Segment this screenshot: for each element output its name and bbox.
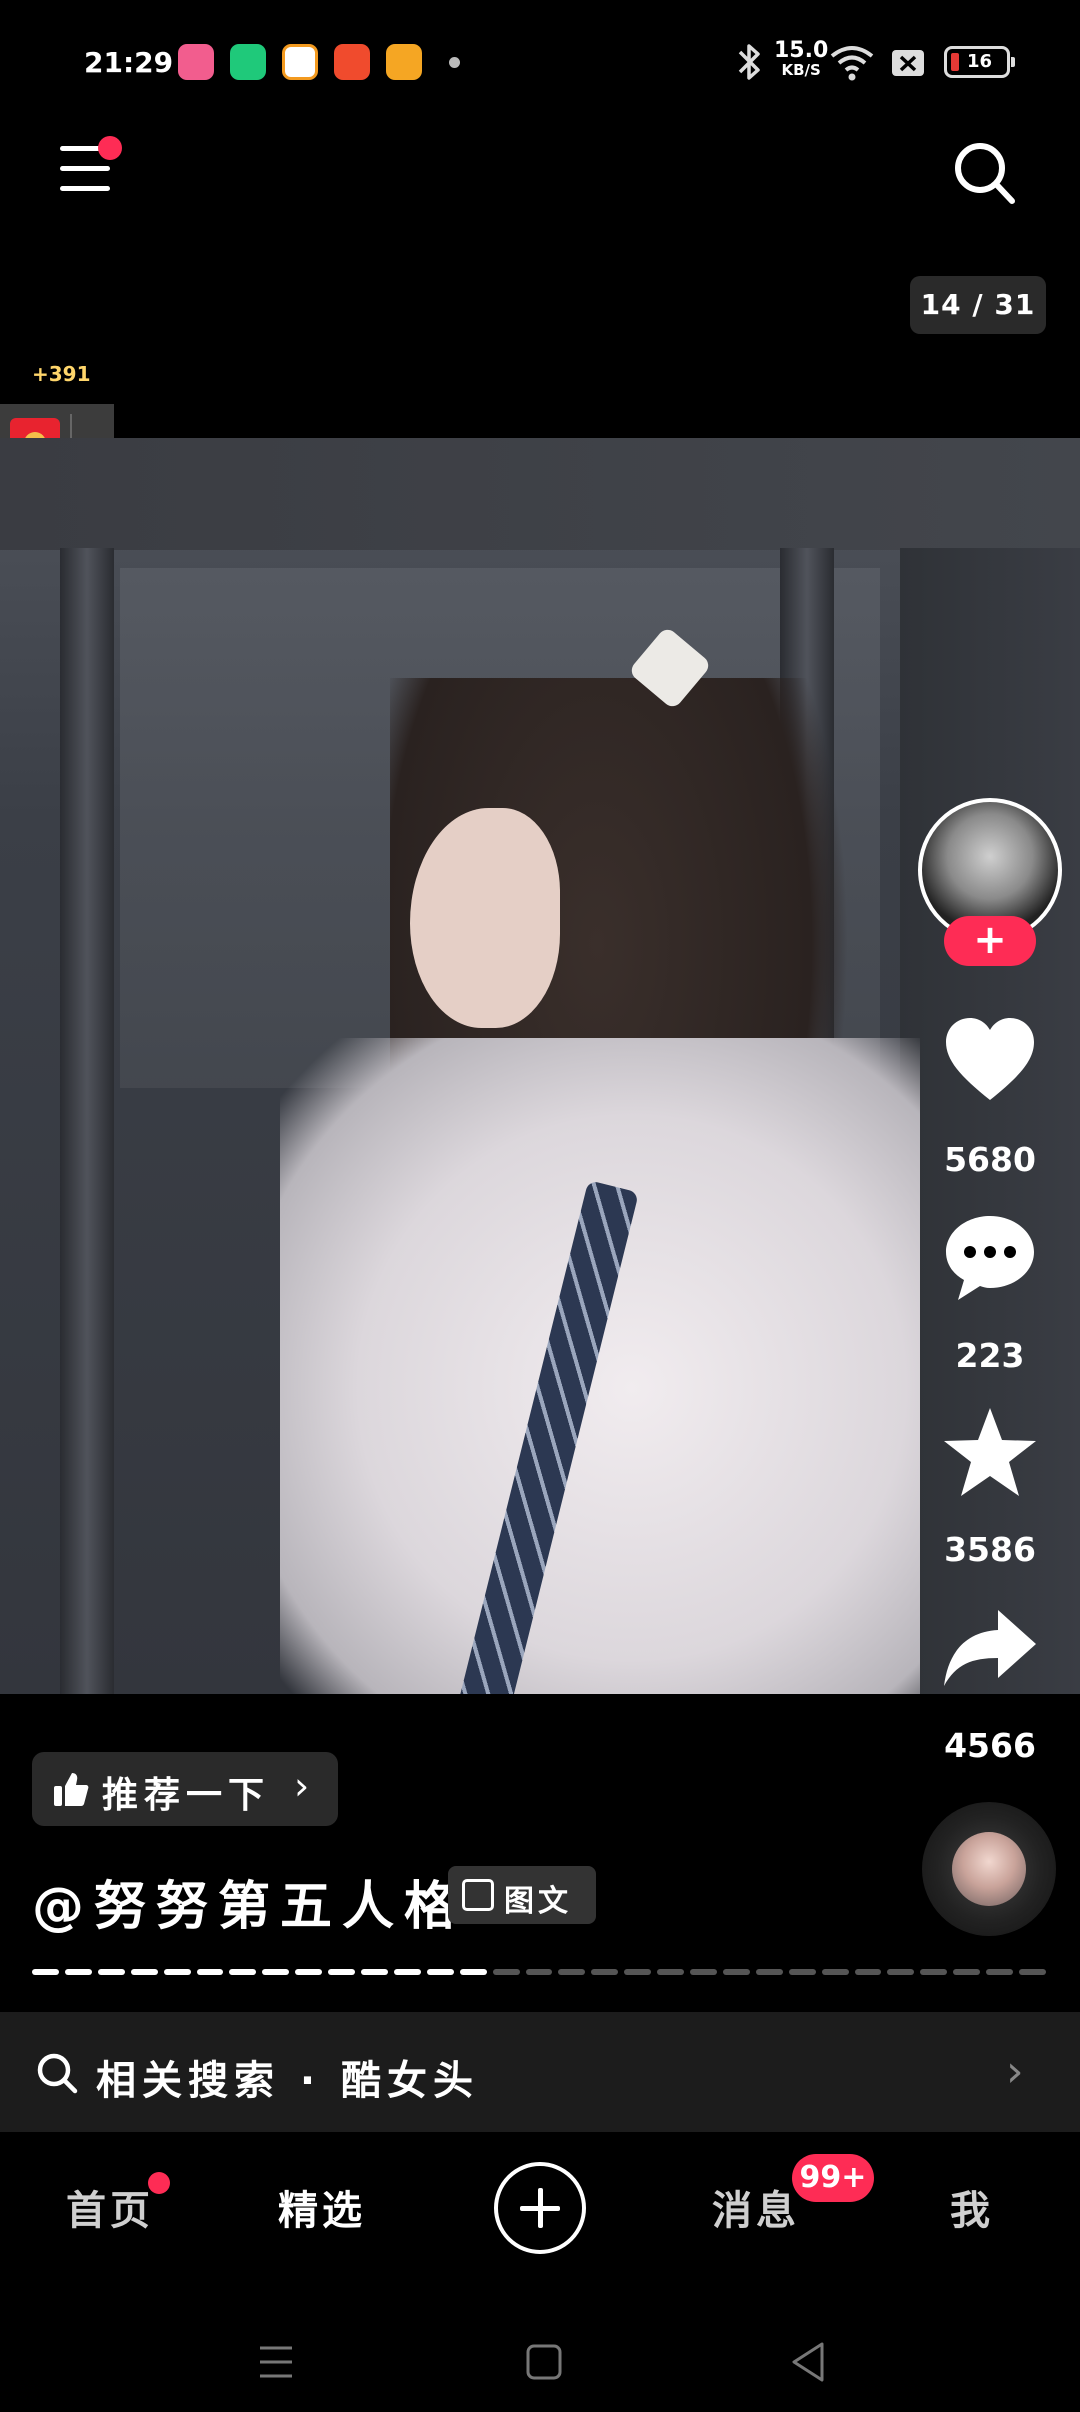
- progress-segment: [1019, 1969, 1046, 1975]
- progress-segment: [130, 1969, 158, 1975]
- menu-notification-dot: [98, 136, 122, 160]
- like-count: 5680: [944, 1140, 1036, 1179]
- network-speed: 15.0 KB/S: [774, 38, 829, 79]
- back-icon[interactable]: [788, 2340, 828, 2384]
- network-speed-unit: KB/S: [781, 61, 821, 79]
- progress-segment: [920, 1969, 948, 1975]
- bilibili-icon: [178, 44, 214, 80]
- image-counter: 14 / 31: [910, 276, 1046, 334]
- no-sim-icon: [892, 50, 924, 76]
- status-bar: 21:29 15.0 KB/S 16: [0, 0, 1080, 126]
- search-icon[interactable]: [952, 140, 1016, 206]
- system-navigation-bar: [0, 2300, 1080, 2412]
- orange-app-icon: [282, 44, 318, 80]
- messages-badge: 99+: [792, 2154, 874, 2202]
- thumbs-up-icon: [54, 1773, 89, 1806]
- follow-button[interactable]: +: [944, 916, 1036, 966]
- related-search-bar[interactable]: 相关搜索 · 酷女头 ›: [0, 2012, 1080, 2132]
- progress-segment: [229, 1969, 257, 1975]
- tab-me[interactable]: 我: [892, 2178, 1052, 2236]
- progress-segment: [262, 1969, 290, 1975]
- related-search-label: 相关搜索 · 酷女头: [96, 2058, 480, 2104]
- progress-segment: [97, 1969, 125, 1975]
- more-notifications-dot: [449, 57, 460, 68]
- progress-segment: [295, 1969, 323, 1975]
- video-app-icon: [386, 44, 422, 80]
- progress-segment: [788, 1969, 816, 1975]
- chevron-right-icon: ›: [1006, 2046, 1024, 2097]
- favorite-count: 3586: [944, 1530, 1036, 1569]
- image-progress-indicator: [32, 1969, 1046, 1975]
- progress-segment: [854, 1969, 882, 1975]
- comment-count: 223: [955, 1336, 1025, 1375]
- music-cover-image: [952, 1832, 1026, 1906]
- like-heart-icon[interactable]: [940, 1012, 1040, 1112]
- image-icon: [462, 1879, 494, 1911]
- progress-segment: [163, 1969, 191, 1975]
- music-disc[interactable]: [922, 1802, 1056, 1936]
- bluetooth-icon: [738, 44, 760, 80]
- progress-segment: [986, 1969, 1014, 1975]
- home-notification-dot: [148, 2172, 170, 2194]
- progress-segment: [558, 1969, 586, 1975]
- progress-segment: [722, 1969, 750, 1975]
- comment-icon[interactable]: [940, 1208, 1040, 1308]
- post-type-label: 图文: [504, 1884, 572, 1919]
- chevron-right-icon: ›: [294, 1764, 310, 1808]
- progress-segment: [525, 1969, 553, 1975]
- progress-segment: [196, 1969, 224, 1975]
- status-time: 21:29: [84, 46, 174, 79]
- home-icon[interactable]: [524, 2342, 564, 2382]
- progress-segment: [591, 1969, 619, 1975]
- post-type-tag: 图文: [448, 1866, 596, 1924]
- progress-segment: [328, 1969, 356, 1975]
- coin-bonus: +391: [32, 362, 91, 386]
- tab-featured[interactable]: 精选: [242, 2178, 402, 2236]
- progress-segment: [64, 1969, 92, 1975]
- battery-level: [951, 53, 959, 71]
- wifi-icon: [830, 46, 874, 81]
- red-app-icon: [334, 44, 370, 80]
- recommend-button[interactable]: 推荐一下 ›: [32, 1752, 338, 1826]
- share-arrow-icon[interactable]: [940, 1600, 1040, 1700]
- green-app-icon: [230, 44, 266, 80]
- recommend-label: 推荐一下: [102, 1775, 271, 1816]
- progress-segment: [361, 1969, 388, 1975]
- progress-segment: [821, 1969, 849, 1975]
- progress-segment: [32, 1969, 59, 1975]
- post-image[interactable]: [0, 438, 1080, 1694]
- battery-percent: 16: [967, 51, 993, 72]
- progress-segment: [953, 1969, 981, 1975]
- battery-indicator: 16: [944, 46, 1015, 78]
- progress-segment: [690, 1969, 717, 1975]
- progress-segment: [492, 1969, 520, 1975]
- recent-apps-icon[interactable]: [256, 2344, 296, 2380]
- progress-segment: [755, 1969, 783, 1975]
- create-post-button[interactable]: [494, 2162, 586, 2254]
- progress-segment: [657, 1969, 685, 1975]
- progress-segment: [426, 1969, 454, 1975]
- share-count: 4566: [944, 1726, 1036, 1765]
- search-icon: [37, 2053, 78, 2094]
- author-name[interactable]: @努努第五人格: [32, 1864, 466, 1939]
- progress-segment: [887, 1969, 915, 1975]
- progress-segment: [624, 1969, 652, 1975]
- favorite-star-icon[interactable]: [940, 1404, 1040, 1504]
- progress-segment: [459, 1969, 487, 1975]
- network-speed-value: 15.0: [774, 38, 829, 63]
- progress-segment: [393, 1969, 421, 1975]
